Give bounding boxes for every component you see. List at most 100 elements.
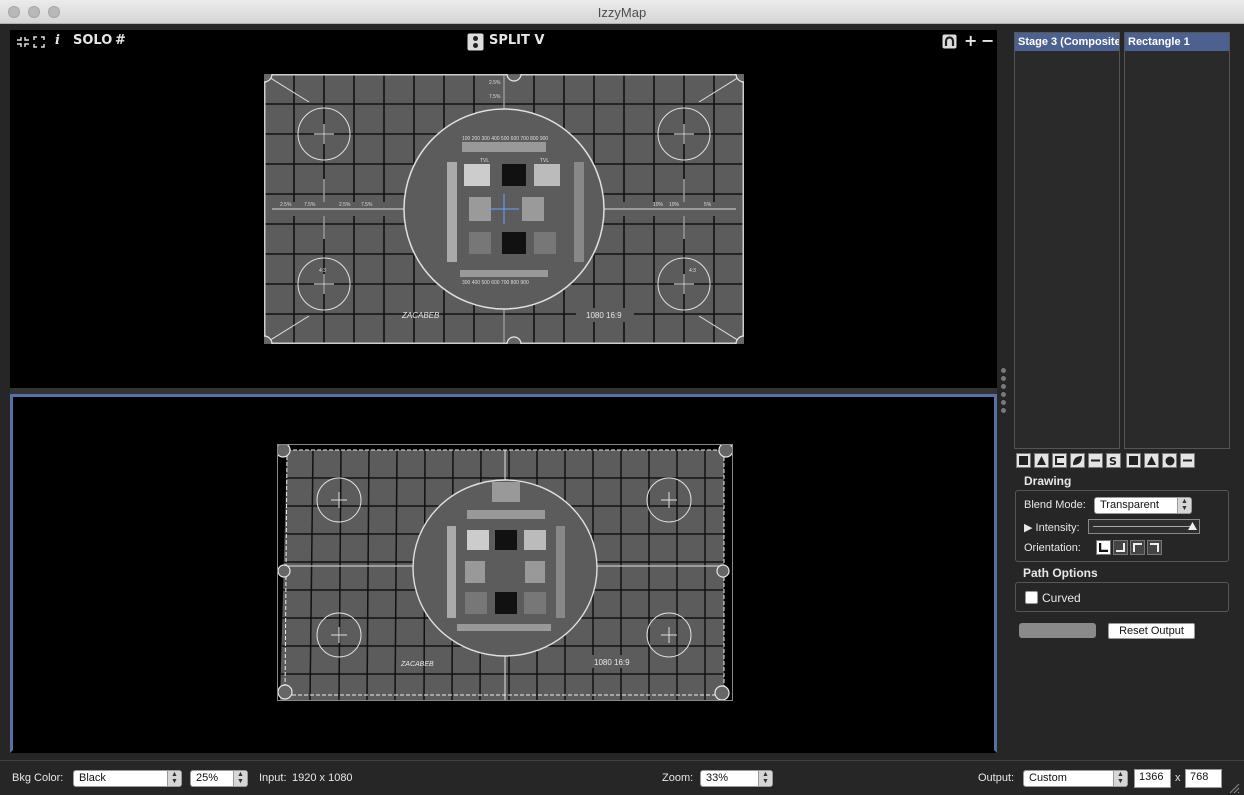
orient-r-icon bbox=[1116, 543, 1125, 552]
panel-resize-handle[interactable] bbox=[1001, 368, 1007, 414]
pct-label: 7.5% bbox=[304, 202, 316, 208]
add-curve-button[interactable] bbox=[1070, 453, 1085, 468]
disclosure-triangle-icon[interactable]: ▶ bbox=[1024, 522, 1036, 534]
orientation-r-button[interactable] bbox=[1113, 540, 1128, 555]
slider-thumb-icon[interactable] bbox=[1188, 522, 1197, 531]
stage-list-header[interactable]: Stage 3 (Composite) bbox=[1015, 33, 1119, 51]
select-stepper-icon: ▲ ▼ bbox=[1177, 498, 1191, 513]
select-stepper-icon: ▲ ▼ bbox=[1113, 771, 1127, 786]
blend-mode-select[interactable]: Transparent ▲ ▼ bbox=[1094, 497, 1192, 514]
orient-l-icon bbox=[1099, 543, 1108, 552]
pct-label: 7.5% bbox=[489, 94, 501, 100]
curved-checkbox[interactable] bbox=[1025, 591, 1038, 604]
output-height-field[interactable]: 768 bbox=[1185, 769, 1222, 788]
right-panel: Stage 3 (Composite) Rectangle 1 S Drawin… bbox=[1010, 30, 1234, 755]
drawing-box: Blend Mode: Transparent ▲ ▼ ▶ Intensity: … bbox=[1015, 490, 1229, 562]
bkg-opacity-value: 25% bbox=[196, 772, 219, 784]
select-stepper-icon: ▲ ▼ bbox=[233, 771, 247, 786]
blend-mode-label: Blend Mode: bbox=[1024, 499, 1086, 511]
stage-tools: S bbox=[1016, 453, 1121, 469]
bkg-opacity-select[interactable]: 25% ▲ ▼ bbox=[190, 770, 248, 787]
input-resolution: 1920 x 1080 bbox=[292, 772, 353, 784]
status-bar: Bkg Color: Black ▲ ▼ 25% ▲ ▼ Input: 1920 x… bbox=[0, 760, 1244, 795]
output-value: Custom bbox=[1029, 772, 1067, 784]
fit-icon[interactable] bbox=[16, 36, 30, 48]
path-options-title: Path Options bbox=[1023, 566, 1098, 580]
triangle-icon bbox=[1037, 456, 1046, 465]
solo-button[interactable]: SOLO bbox=[73, 33, 112, 48]
grid-button[interactable]: # bbox=[115, 33, 126, 48]
test-card-graphic: 100 200 300 400 500 600 700 800 900 300 … bbox=[255, 65, 753, 356]
magnet-icon[interactable] bbox=[942, 34, 957, 49]
window-title: IzzyMap bbox=[597, 5, 647, 20]
title-bar: IzzyMap bbox=[0, 0, 1244, 24]
stage-s-button[interactable]: S bbox=[1106, 453, 1121, 468]
svg-text:S: S bbox=[1109, 455, 1117, 466]
ratio-label: 4:3 bbox=[689, 268, 696, 274]
blend-mode-value: Transparent bbox=[1100, 499, 1159, 511]
s-icon: S bbox=[1109, 455, 1117, 466]
fullscreen-icon[interactable] bbox=[33, 36, 45, 48]
ratio-label: 4:3 bbox=[319, 268, 326, 274]
output-select[interactable]: Custom ▲ ▼ bbox=[1023, 770, 1128, 787]
select-stepper-icon: ▲ ▼ bbox=[758, 771, 772, 786]
intensity-text: Intensity: bbox=[1035, 522, 1080, 534]
dimension-separator: x bbox=[1175, 772, 1181, 784]
input-label: Input: bbox=[259, 772, 287, 784]
freq-labels-top: 100 200 300 400 500 600 700 800 900 bbox=[462, 136, 548, 142]
output-card-graphic: 1080 16:9 ZACABEB bbox=[275, 442, 734, 702]
pct-label: 2.5% bbox=[339, 202, 351, 208]
square-icon bbox=[1019, 456, 1028, 465]
pct-label: 2.5% bbox=[280, 202, 292, 208]
shape-list[interactable]: Rectangle 1 bbox=[1124, 32, 1230, 449]
disabled-button bbox=[1019, 623, 1096, 638]
add-shape-rect-button[interactable] bbox=[1126, 453, 1141, 468]
stage-list[interactable]: Stage 3 (Composite) bbox=[1014, 32, 1120, 449]
square-icon bbox=[1129, 456, 1138, 465]
shape-item-rectangle-1[interactable]: Rectangle 1 bbox=[1125, 33, 1229, 51]
format-label: 1080 16:9 bbox=[594, 658, 630, 667]
pct-label: 10% bbox=[669, 202, 680, 208]
freq-labels-bottom: 300 400 500 600 700 800 900 bbox=[462, 280, 529, 286]
add-shape-circle-button[interactable] bbox=[1162, 453, 1177, 468]
split-icon[interactable] bbox=[467, 33, 484, 51]
input-test-card[interactable]: 100 200 300 400 500 600 700 800 900 300 … bbox=[255, 65, 753, 356]
split-mode-button[interactable]: SPLIT V bbox=[489, 33, 544, 48]
input-view[interactable]: i SOLO # SPLIT V + − 100 200 300 400 500… bbox=[10, 30, 997, 388]
zoom-select[interactable]: 33% ▲ ▼ bbox=[700, 770, 773, 787]
resize-grip-icon[interactable] bbox=[1228, 782, 1240, 794]
orient-tr-icon bbox=[1150, 543, 1159, 552]
izzymap-window: IzzyMap i SOLO # SPLIT V + − 100 200 300… bbox=[0, 0, 1244, 795]
shape-tools bbox=[1126, 453, 1195, 469]
brand-logo: ZACABEB bbox=[401, 311, 440, 320]
add-triangle-button[interactable] bbox=[1034, 453, 1049, 468]
pct-label: 7.5% bbox=[361, 202, 373, 208]
triangle-icon bbox=[1147, 456, 1156, 465]
remove-shape-button[interactable] bbox=[1180, 453, 1195, 468]
minus-icon bbox=[1091, 459, 1100, 462]
orientation-tr-button[interactable] bbox=[1147, 540, 1162, 555]
intensity-label: ▶ Intensity: bbox=[1024, 521, 1080, 534]
bkg-color-value: Black bbox=[79, 772, 106, 784]
reset-output-button[interactable]: Reset Output bbox=[1108, 623, 1195, 639]
info-button[interactable]: i bbox=[55, 33, 60, 48]
add-rect-button[interactable] bbox=[1016, 453, 1031, 468]
output-view[interactable]: 1080 16:9 ZACABEB bbox=[10, 394, 997, 753]
path-options-box: Curved bbox=[1015, 582, 1229, 612]
orientation-tl-button[interactable] bbox=[1130, 540, 1145, 555]
output-width-field[interactable]: 1366 bbox=[1134, 769, 1171, 788]
zoom-out-button[interactable]: − bbox=[981, 31, 994, 50]
add-bracket-button[interactable] bbox=[1052, 453, 1067, 468]
orientation-l-button[interactable] bbox=[1096, 540, 1111, 555]
output-label: Output: bbox=[978, 772, 1015, 784]
intensity-slider[interactable] bbox=[1088, 519, 1200, 534]
circle-icon bbox=[1165, 456, 1174, 465]
add-shape-triangle-button[interactable] bbox=[1144, 453, 1159, 468]
zoom-in-button[interactable]: + bbox=[964, 31, 977, 50]
remove-button[interactable] bbox=[1088, 453, 1103, 468]
bkg-color-select[interactable]: Black ▲ ▼ bbox=[73, 770, 182, 787]
output-test-card[interactable]: 1080 16:9 ZACABEB bbox=[275, 442, 734, 702]
bkg-color-label: Bkg Color: bbox=[12, 772, 64, 784]
drawing-section-title: Drawing bbox=[1024, 474, 1072, 488]
orientation-label: Orientation: bbox=[1024, 542, 1081, 554]
